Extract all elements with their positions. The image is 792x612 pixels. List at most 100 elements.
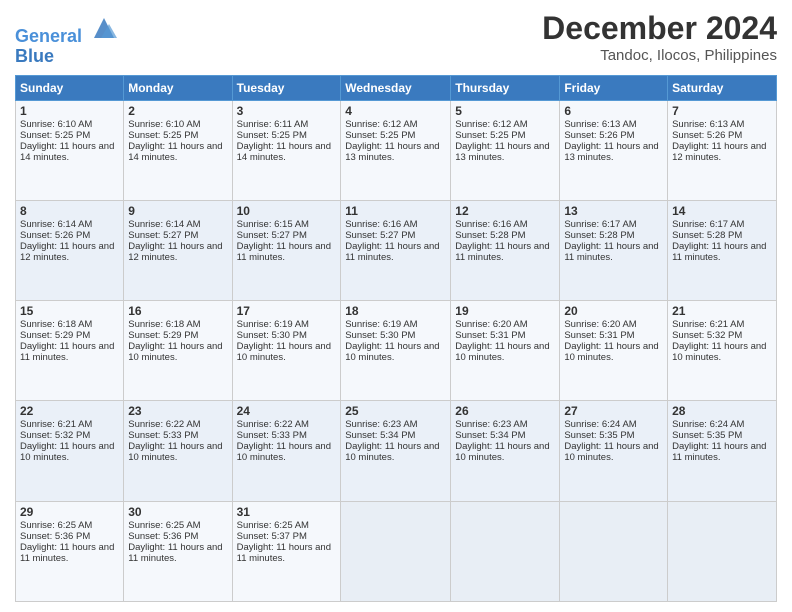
calendar-cell: 23Sunrise: 6:22 AMSunset: 5:33 PMDayligh… (124, 401, 232, 501)
day-info: Daylight: 11 hours and 11 minutes. (672, 441, 772, 463)
day-info: Daylight: 11 hours and 10 minutes. (128, 441, 227, 463)
calendar-cell: 2Sunrise: 6:10 AMSunset: 5:25 PMDaylight… (124, 100, 232, 200)
day-info: Sunrise: 6:17 AM (672, 219, 772, 230)
calendar-cell (451, 501, 560, 601)
day-info: Sunset: 5:25 PM (128, 130, 227, 141)
day-number: 9 (128, 204, 227, 218)
weekday-header-sunday: Sunday (16, 75, 124, 100)
day-number: 28 (672, 404, 772, 418)
day-info: Sunrise: 6:19 AM (345, 319, 446, 330)
day-number: 15 (20, 304, 119, 318)
calendar-cell: 9Sunrise: 6:14 AMSunset: 5:27 PMDaylight… (124, 200, 232, 300)
day-number: 25 (345, 404, 446, 418)
day-info: Daylight: 11 hours and 14 minutes. (128, 141, 227, 163)
day-info: Sunset: 5:33 PM (128, 430, 227, 441)
day-info: Sunrise: 6:25 AM (128, 520, 227, 531)
logo-blue: Blue (15, 47, 119, 67)
calendar-cell: 14Sunrise: 6:17 AMSunset: 5:28 PMDayligh… (668, 200, 777, 300)
day-info: Sunrise: 6:14 AM (128, 219, 227, 230)
calendar-cell: 25Sunrise: 6:23 AMSunset: 5:34 PMDayligh… (341, 401, 451, 501)
day-info: Sunset: 5:31 PM (455, 330, 555, 341)
day-info: Sunrise: 6:12 AM (455, 119, 555, 130)
logo-general: General (15, 26, 82, 46)
day-info: Sunrise: 6:22 AM (128, 419, 227, 430)
logo-text: General (15, 14, 119, 47)
day-number: 22 (20, 404, 119, 418)
day-info: Daylight: 11 hours and 13 minutes. (564, 141, 663, 163)
day-info: Sunset: 5:32 PM (20, 430, 119, 441)
day-info: Sunrise: 6:13 AM (564, 119, 663, 130)
day-info: Sunset: 5:28 PM (672, 230, 772, 241)
day-info: Daylight: 11 hours and 10 minutes. (672, 341, 772, 363)
day-info: Sunrise: 6:24 AM (672, 419, 772, 430)
day-info: Sunrise: 6:23 AM (455, 419, 555, 430)
calendar-cell: 30Sunrise: 6:25 AMSunset: 5:36 PMDayligh… (124, 501, 232, 601)
day-number: 26 (455, 404, 555, 418)
day-info: Sunset: 5:29 PM (128, 330, 227, 341)
day-info: Daylight: 11 hours and 11 minutes. (20, 341, 119, 363)
day-number: 31 (237, 505, 337, 519)
logo-icon (89, 14, 119, 42)
day-info: Sunset: 5:34 PM (455, 430, 555, 441)
month-title: December 2024 (542, 10, 777, 47)
day-number: 13 (564, 204, 663, 218)
day-number: 19 (455, 304, 555, 318)
day-number: 12 (455, 204, 555, 218)
calendar-cell: 18Sunrise: 6:19 AMSunset: 5:30 PMDayligh… (341, 301, 451, 401)
calendar-cell: 1Sunrise: 6:10 AMSunset: 5:25 PMDaylight… (16, 100, 124, 200)
day-number: 29 (20, 505, 119, 519)
weekday-header-saturday: Saturday (668, 75, 777, 100)
day-number: 2 (128, 104, 227, 118)
calendar-cell: 7Sunrise: 6:13 AMSunset: 5:26 PMDaylight… (668, 100, 777, 200)
calendar-cell (341, 501, 451, 601)
day-number: 7 (672, 104, 772, 118)
day-info: Sunset: 5:36 PM (20, 531, 119, 542)
day-info: Sunset: 5:29 PM (20, 330, 119, 341)
weekday-header-friday: Friday (560, 75, 668, 100)
day-number: 6 (564, 104, 663, 118)
calendar-week-1: 1Sunrise: 6:10 AMSunset: 5:25 PMDaylight… (16, 100, 777, 200)
title-block: December 2024 Tandoc, Ilocos, Philippine… (542, 10, 777, 64)
day-info: Sunrise: 6:25 AM (20, 520, 119, 531)
day-info: Daylight: 11 hours and 10 minutes. (128, 341, 227, 363)
day-number: 4 (345, 104, 446, 118)
day-info: Daylight: 11 hours and 11 minutes. (237, 241, 337, 263)
calendar-cell: 4Sunrise: 6:12 AMSunset: 5:25 PMDaylight… (341, 100, 451, 200)
day-number: 18 (345, 304, 446, 318)
day-info: Sunset: 5:32 PM (672, 330, 772, 341)
weekday-header-wednesday: Wednesday (341, 75, 451, 100)
day-info: Sunrise: 6:11 AM (237, 119, 337, 130)
day-info: Daylight: 11 hours and 12 minutes. (20, 241, 119, 263)
calendar-week-2: 8Sunrise: 6:14 AMSunset: 5:26 PMDaylight… (16, 200, 777, 300)
day-info: Sunset: 5:35 PM (672, 430, 772, 441)
day-number: 21 (672, 304, 772, 318)
day-info: Sunrise: 6:20 AM (455, 319, 555, 330)
calendar-week-5: 29Sunrise: 6:25 AMSunset: 5:36 PMDayligh… (16, 501, 777, 601)
day-info: Sunrise: 6:19 AM (237, 319, 337, 330)
day-number: 17 (237, 304, 337, 318)
calendar-cell: 26Sunrise: 6:23 AMSunset: 5:34 PMDayligh… (451, 401, 560, 501)
day-info: Daylight: 11 hours and 10 minutes. (455, 441, 555, 463)
page: General Blue December 2024 Tandoc, Iloco… (0, 0, 792, 612)
calendar-cell: 5Sunrise: 6:12 AMSunset: 5:25 PMDaylight… (451, 100, 560, 200)
day-info: Sunset: 5:37 PM (237, 531, 337, 542)
day-info: Sunset: 5:30 PM (237, 330, 337, 341)
calendar-table: SundayMondayTuesdayWednesdayThursdayFrid… (15, 75, 777, 602)
day-info: Daylight: 11 hours and 11 minutes. (237, 542, 337, 564)
day-number: 27 (564, 404, 663, 418)
day-info: Daylight: 11 hours and 12 minutes. (672, 141, 772, 163)
day-info: Daylight: 11 hours and 14 minutes. (237, 141, 337, 163)
calendar-cell: 12Sunrise: 6:16 AMSunset: 5:28 PMDayligh… (451, 200, 560, 300)
day-number: 11 (345, 204, 446, 218)
day-info: Sunrise: 6:17 AM (564, 219, 663, 230)
calendar-cell: 16Sunrise: 6:18 AMSunset: 5:29 PMDayligh… (124, 301, 232, 401)
calendar-cell: 3Sunrise: 6:11 AMSunset: 5:25 PMDaylight… (232, 100, 341, 200)
day-info: Sunset: 5:25 PM (20, 130, 119, 141)
day-info: Sunrise: 6:10 AM (128, 119, 227, 130)
day-info: Daylight: 11 hours and 10 minutes. (20, 441, 119, 463)
day-info: Sunrise: 6:16 AM (345, 219, 446, 230)
day-info: Daylight: 11 hours and 14 minutes. (20, 141, 119, 163)
day-info: Sunrise: 6:12 AM (345, 119, 446, 130)
calendar-cell: 31Sunrise: 6:25 AMSunset: 5:37 PMDayligh… (232, 501, 341, 601)
day-info: Daylight: 11 hours and 10 minutes. (345, 341, 446, 363)
